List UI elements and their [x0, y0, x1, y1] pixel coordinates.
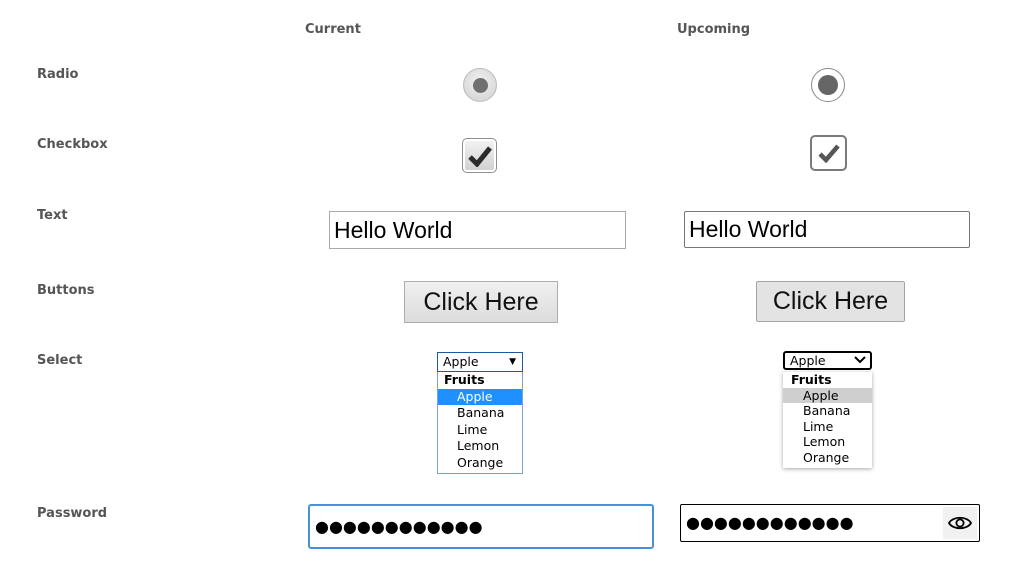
select-value: Apple	[443, 354, 479, 369]
radio-current[interactable]	[463, 68, 497, 102]
text-input-current[interactable]	[329, 211, 626, 249]
select-option-orange[interactable]: Orange	[783, 450, 872, 466]
password-value: ●●●●●●●●●●●●	[686, 513, 854, 532]
reveal-password-button[interactable]	[943, 507, 977, 539]
select-option-lime[interactable]: Lime	[783, 419, 872, 435]
select-option-apple[interactable]: Apple	[783, 387, 872, 404]
check-icon	[467, 145, 492, 167]
select-dropdown-upcoming: Fruits Apple Banana Lime Lemon Orange	[783, 372, 872, 468]
select-dropdown-current: Fruits Apple Banana Lime Lemon Orange	[437, 372, 523, 474]
password-input-current[interactable]: ●●●●●●●●●●●●	[308, 504, 654, 549]
radio-dot	[473, 78, 488, 93]
radio-upcoming[interactable]	[811, 68, 845, 102]
header-current: Current	[305, 22, 361, 37]
select-option-banana[interactable]: Banana	[783, 403, 872, 419]
password-value: ●●●●●●●●●●●●	[315, 517, 483, 536]
select-option-lemon[interactable]: Lemon	[783, 434, 872, 450]
password-input-upcoming[interactable]: ●●●●●●●●●●●●	[680, 504, 980, 542]
select-value: Apple	[790, 353, 826, 368]
row-label-buttons: Buttons	[37, 283, 95, 298]
row-label-checkbox: Checkbox	[37, 137, 108, 152]
select-upcoming[interactable]: Apple	[783, 351, 872, 370]
optgroup-label: Fruits	[791, 372, 832, 387]
checkbox-current[interactable]	[462, 138, 497, 173]
eye-icon	[948, 516, 972, 530]
row-label-text: Text	[37, 208, 68, 223]
select-option-lime[interactable]: Lime	[438, 422, 522, 439]
check-icon	[817, 144, 840, 163]
click-here-button-current[interactable]: Click Here	[404, 281, 558, 323]
text-input-upcoming[interactable]	[684, 211, 970, 248]
radio-dot	[818, 75, 838, 95]
chevron-down-icon: ▼	[509, 357, 516, 367]
chevron-down-icon	[854, 353, 866, 368]
row-label-password: Password	[37, 506, 108, 521]
header-upcoming: Upcoming	[677, 22, 751, 37]
select-current[interactable]: Apple ▼	[437, 352, 523, 372]
optgroup-label: Fruits	[444, 372, 485, 387]
row-label-radio: Radio	[37, 67, 79, 82]
click-here-button-upcoming[interactable]: Click Here	[756, 281, 905, 322]
select-option-lemon[interactable]: Lemon	[438, 438, 522, 455]
select-option-apple[interactable]: Apple	[438, 388, 522, 406]
select-option-orange[interactable]: Orange	[438, 455, 522, 472]
select-option-banana[interactable]: Banana	[438, 405, 522, 422]
checkbox-upcoming[interactable]	[810, 135, 847, 171]
row-label-select: Select	[37, 353, 83, 368]
